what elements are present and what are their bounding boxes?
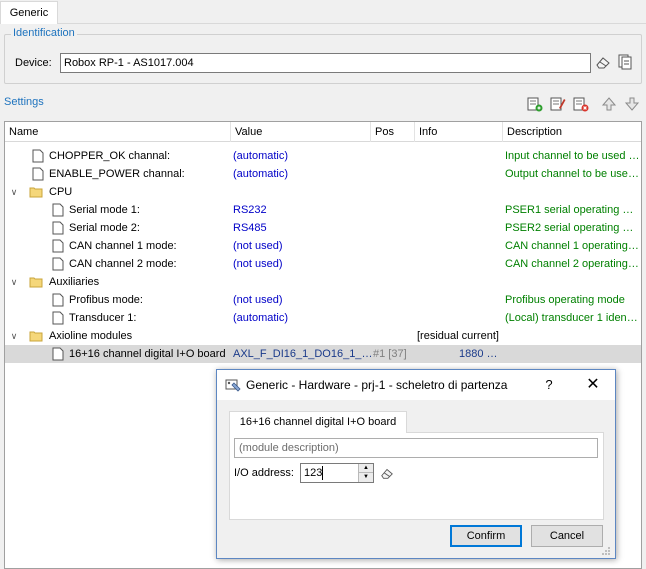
identification-group: Identification Device: Robox RP-1 - AS10…: [4, 27, 642, 84]
table-row[interactable]: Profibus mode: (not used) Profibus opera…: [5, 291, 641, 309]
row-value[interactable]: (automatic): [233, 165, 371, 183]
dialog-title: Generic - Hardware - prj-1 - scheletro d…: [246, 378, 508, 392]
row-description: CAN channel 2 operating mode: [505, 258, 640, 270]
row-description: CAN channel 1 operating mode: [505, 240, 640, 252]
move-up-icon[interactable]: [601, 96, 617, 112]
row-description: Input channel to be used to monitor the …: [505, 150, 640, 162]
tree-group-axioline-modules[interactable]: ∨ Axioline modules [residual current]: [5, 327, 641, 345]
identification-legend: Identification: [11, 27, 77, 39]
close-icon[interactable]: ✕: [581, 374, 605, 396]
document-icon: [52, 239, 64, 253]
dialog-titlebar[interactable]: Generic - Hardware - prj-1 - scheletro d…: [217, 370, 615, 400]
clipboard-icon[interactable]: [617, 53, 633, 71]
eraser-icon[interactable]: [380, 466, 394, 480]
stepper-down-icon[interactable]: ▼: [358, 473, 373, 482]
row-value[interactable]: RS485: [233, 219, 371, 237]
io-address-value[interactable]: 123: [304, 466, 322, 480]
folder-icon: [29, 331, 43, 342]
row-name: Serial mode 1:: [69, 204, 140, 216]
document-icon: [52, 221, 64, 235]
row-value[interactable]: (not used): [233, 291, 371, 309]
row-name: Serial mode 2:: [69, 222, 140, 234]
row-value[interactable]: (automatic): [233, 309, 371, 327]
column-header-pos[interactable]: Pos: [371, 122, 415, 142]
tab-generic[interactable]: Generic: [0, 1, 58, 25]
help-icon[interactable]: ?: [539, 375, 559, 395]
row-name: Transducer 1:: [69, 312, 137, 324]
add-item-icon[interactable]: [527, 96, 543, 112]
module-tab-panel: (module description) I/O address: 123 ▲ …: [229, 432, 604, 520]
row-name: CAN channel 1 mode:: [69, 240, 177, 252]
table-row-selected[interactable]: 16+16 channel digital I+O board AXL_F_DI…: [5, 345, 641, 363]
row-name: 16+16 channel digital I+O board: [69, 348, 226, 360]
io-address-label: I/O address:: [234, 467, 294, 479]
document-icon: [32, 167, 44, 181]
row-value[interactable]: RS232: [233, 201, 371, 219]
document-icon: [32, 149, 44, 163]
row-info: 1880 mA: [459, 348, 503, 360]
table-row[interactable]: CAN channel 2 mode: (not used) CAN chann…: [5, 255, 641, 273]
hardware-icon: [225, 379, 241, 392]
move-down-icon[interactable]: [624, 96, 640, 112]
tree-group-cpu[interactable]: ∨ CPU: [5, 183, 641, 201]
eraser-icon[interactable]: [595, 54, 611, 70]
row-description: Output channel to be used to enable the …: [505, 168, 640, 180]
stepper-up-icon[interactable]: ▲: [358, 464, 373, 473]
tree-group-auxiliaries[interactable]: ∨ Auxiliaries: [5, 273, 641, 291]
document-icon: [52, 203, 64, 217]
column-header-description[interactable]: Description: [503, 122, 641, 142]
hardware-dialog: Generic - Hardware - prj-1 - scheletro d…: [216, 369, 616, 559]
row-value[interactable]: (not used): [233, 237, 371, 255]
row-description: (Local) transducer 1 identification: [505, 312, 640, 324]
document-icon: [52, 293, 64, 307]
document-icon: [52, 311, 64, 325]
document-icon: [52, 347, 64, 361]
table-row[interactable]: CAN channel 1 mode: (not used) CAN chann…: [5, 237, 641, 255]
row-description: Profibus operating mode: [505, 294, 625, 306]
row-value[interactable]: (not used): [233, 255, 371, 273]
confirm-button[interactable]: Confirm: [450, 525, 522, 547]
tab-module[interactable]: 16+16 channel digital I+O board: [229, 411, 407, 433]
chevron-down-icon[interactable]: ∨: [9, 183, 19, 201]
row-name: CHOPPER_OK channal:: [49, 150, 171, 162]
grid-header: Name Value Pos Info Description: [5, 122, 641, 142]
table-row[interactable]: Serial mode 2: RS485 PSER2 serial operat…: [5, 219, 641, 237]
cancel-button[interactable]: Cancel: [531, 525, 603, 547]
row-value[interactable]: AXL_F_DI16_1_DO16_1_2H: [233, 345, 373, 363]
device-label: Device:: [15, 57, 52, 69]
document-icon: [52, 257, 64, 271]
chevron-down-icon[interactable]: ∨: [9, 273, 19, 291]
text-caret: [322, 466, 323, 480]
chevron-down-icon[interactable]: ∨: [9, 327, 19, 345]
row-description: PSER1 serial operating mode: [505, 204, 640, 216]
settings-label: Settings: [4, 96, 44, 108]
io-address-stepper[interactable]: 123 ▲ ▼: [300, 463, 374, 483]
row-name: Profibus mode:: [69, 294, 143, 306]
column-header-info[interactable]: Info: [415, 122, 503, 142]
tab-strip: Generic: [0, 0, 646, 25]
row-name: CAN channel 2 mode:: [69, 258, 177, 270]
folder-icon: [29, 277, 43, 288]
table-row[interactable]: Serial mode 1: RS232 PSER1 serial operat…: [5, 201, 641, 219]
row-value[interactable]: (automatic): [233, 147, 371, 165]
row-description: PSER2 serial operating mode: [505, 222, 640, 234]
group-name: Auxiliaries: [49, 276, 100, 288]
module-description-input[interactable]: (module description): [234, 438, 598, 458]
column-header-value[interactable]: Value: [231, 122, 371, 142]
column-header-name[interactable]: Name: [5, 122, 231, 142]
device-field[interactable]: Robox RP-1 - AS1017.004: [60, 53, 591, 73]
edit-item-icon[interactable]: [550, 96, 566, 112]
table-row[interactable]: Transducer 1: (automatic) (Local) transd…: [5, 309, 641, 327]
group-name: Axioline modules: [49, 330, 133, 342]
row-name: ENABLE_POWER channal:: [49, 168, 185, 180]
table-row[interactable]: ENABLE_POWER channal: (automatic) Output…: [5, 165, 641, 183]
group-name: CPU: [49, 186, 73, 198]
resize-grip-icon[interactable]: [601, 546, 611, 556]
delete-item-icon[interactable]: [573, 96, 589, 112]
folder-icon: [29, 187, 43, 198]
table-row[interactable]: CHOPPER_OK channal: (automatic) Input ch…: [5, 147, 641, 165]
row-pos: #1 [37]: [373, 348, 407, 360]
row-info: [residual current]: [417, 330, 499, 342]
